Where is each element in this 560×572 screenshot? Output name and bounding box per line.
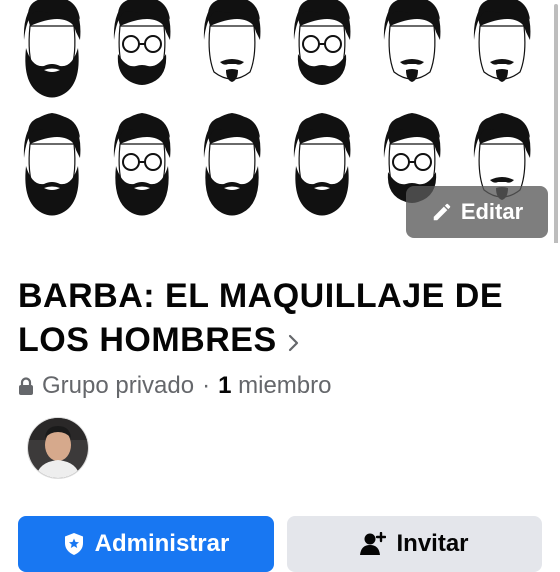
edit-cover-button[interactable]: Editar: [406, 186, 548, 238]
edit-label: Editar: [460, 199, 524, 224]
meta-separator: ·: [202, 372, 211, 399]
group-title[interactable]: BARBA: EL MAQUILLAJE DE LOS HOMBRES: [18, 274, 538, 364]
group-meta: Grupo privado · 1 miembro: [18, 372, 331, 400]
member-count: 1: [218, 372, 232, 399]
group-title-text: BARBA: EL MAQUILLAJE DE LOS HOMBRES: [18, 277, 503, 359]
invite-button[interactable]: Invitar: [287, 516, 542, 572]
member-word[interactable]: miembro: [238, 372, 331, 399]
manage-label: Administrar: [94, 530, 230, 557]
shield-icon: [64, 533, 83, 555]
manage-group-button[interactable]: Administrar: [18, 516, 274, 572]
invite-label: Invitar: [396, 530, 469, 557]
avatar-photo: [28, 418, 88, 478]
scrollbar[interactable]: [554, 4, 558, 243]
chevron-right-icon: [287, 320, 301, 364]
lock-icon: [19, 377, 33, 395]
member-avatar[interactable]: [27, 417, 89, 479]
privacy-label: Grupo privado: [42, 372, 195, 399]
cover-photo[interactable]: Editar: [0, 0, 560, 243]
add-person-icon: [360, 532, 387, 555]
pencil-icon: [433, 203, 451, 221]
